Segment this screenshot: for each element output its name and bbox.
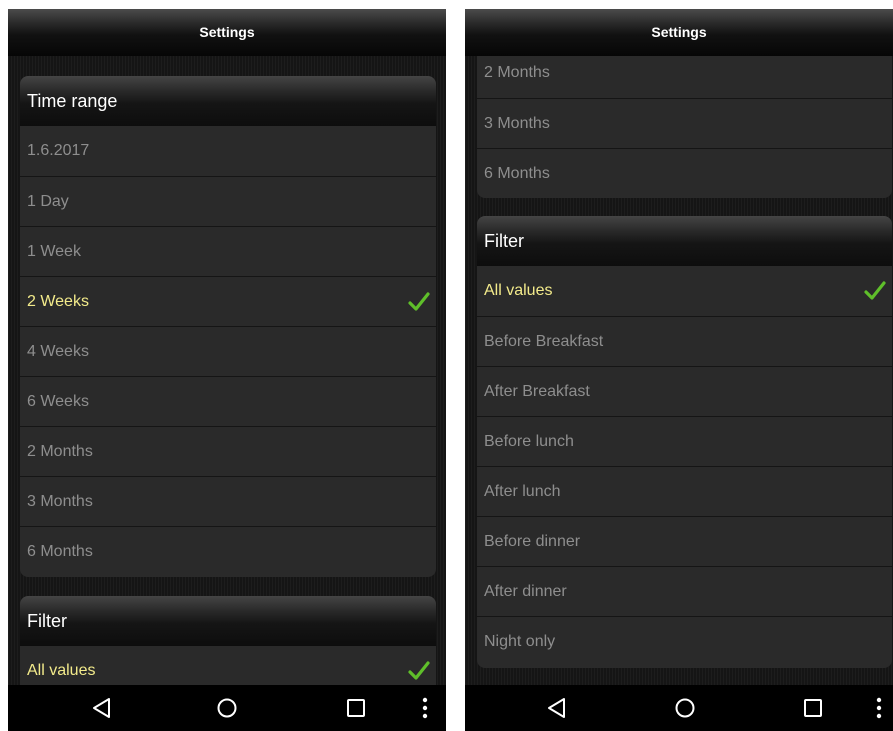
filter-option[interactable]: After dinner [477,566,892,616]
time-range-option[interactable]: 4 Weeks [20,326,436,376]
filter-header: Filter [477,216,892,266]
recents-icon[interactable] [801,697,825,719]
time-range-panel: Time range 1.6.2017 1 Day 1 Week 2 Weeks… [20,76,436,577]
home-icon[interactable] [215,697,239,719]
time-range-option[interactable]: 3 Months [477,98,892,148]
settings-list[interactable]: Time range 1.6.2017 1 Day 1 Week 2 Weeks… [8,56,446,685]
time-range-option[interactable]: 6 Weeks [20,376,436,426]
page-title: Settings [199,23,255,40]
filter-option[interactable]: After lunch [477,466,892,516]
time-range-option[interactable]: 2 Months [477,56,892,98]
filter-option-selected[interactable]: All values [20,646,436,685]
overflow-menu-icon[interactable] [876,696,882,720]
app-bar: Settings [465,9,893,56]
time-range-header: Time range [20,76,436,126]
checkmark-icon [864,281,886,300]
time-range-option[interactable]: 6 Months [477,148,892,198]
filter-panel: Filter All values [20,596,436,685]
filter-option[interactable]: After Breakfast [477,366,892,416]
checkmark-icon [408,661,430,680]
settings-screen-left: Settings Time range 1.6.2017 1 Day 1 Wee… [8,9,446,731]
settings-list[interactable]: 2 Months 3 Months 6 Months Filter All va… [465,56,893,685]
time-range-option[interactable]: 2 Months [20,426,436,476]
time-range-option[interactable]: 6 Months [20,526,436,576]
page-title: Settings [651,23,707,40]
home-icon[interactable] [673,697,697,719]
filter-option-selected[interactable]: All values [477,266,892,316]
recents-icon[interactable] [344,697,368,719]
checkmark-icon [408,291,430,311]
filter-option[interactable]: Night only [477,616,892,666]
settings-screen-right: Settings 2 Months 3 Months 6 Months Filt… [465,9,893,731]
overflow-menu-icon[interactable] [422,696,428,720]
back-icon[interactable] [545,697,569,719]
time-range-option[interactable]: 1 Day [20,176,436,226]
time-range-option[interactable]: 1 Week [20,226,436,276]
filter-option[interactable]: Before lunch [477,416,892,466]
filter-panel: Filter All values Before Breakfast After… [477,216,892,668]
filter-option[interactable]: Before Breakfast [477,316,892,366]
nav-bar [8,685,446,731]
time-range-option[interactable]: 1.6.2017 [20,126,436,176]
app-bar: Settings [8,9,446,56]
time-range-option[interactable]: 3 Months [20,476,436,526]
time-range-option-selected[interactable]: 2 Weeks [20,276,436,326]
nav-bar [465,685,893,731]
filter-option[interactable]: Before dinner [477,516,892,566]
back-icon[interactable] [90,697,114,719]
filter-header: Filter [20,596,436,646]
time-range-panel: 2 Months 3 Months 6 Months [477,56,892,198]
